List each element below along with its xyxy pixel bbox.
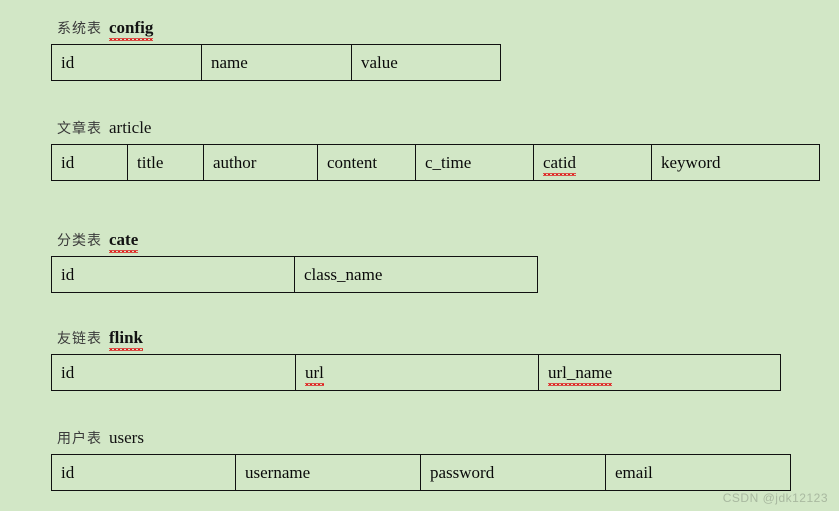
- table-row: id url url_name: [51, 354, 781, 391]
- column-cell: url: [295, 354, 539, 391]
- column-cell: id: [51, 354, 296, 391]
- column-cell: email: [605, 454, 791, 491]
- table-caption: 系统表 config: [51, 18, 501, 41]
- column-cell: id: [51, 44, 202, 81]
- column-cell: c_time: [415, 144, 534, 181]
- column-name: username: [245, 462, 311, 482]
- column-name: value: [361, 52, 398, 72]
- table-caption-cn: 用户表: [57, 431, 102, 447]
- column-cell: password: [420, 454, 606, 491]
- column-name: author: [213, 152, 257, 172]
- column-name: keyword: [661, 152, 721, 172]
- schema-table: id class_name: [51, 256, 538, 293]
- table-block-config: 系统表 config id name value: [51, 18, 501, 81]
- column-name: title: [137, 152, 164, 172]
- column-cell: url_name: [538, 354, 781, 391]
- column-cell: value: [351, 44, 501, 81]
- column-name: content: [327, 152, 378, 172]
- column-cell: title: [127, 144, 204, 181]
- column-cell: username: [235, 454, 421, 491]
- schema-table: id url url_name: [51, 354, 781, 391]
- table-caption-en: config: [109, 18, 154, 41]
- column-name: class_name: [304, 264, 383, 284]
- column-name: password: [430, 462, 495, 482]
- column-name: catid: [543, 152, 577, 176]
- table-row: id class_name: [51, 256, 538, 293]
- table-block-article: 文章表 article id title author content c_time cati…: [51, 118, 820, 181]
- column-cell: name: [201, 44, 352, 81]
- table-row: id title author content c_time catid keyword: [51, 144, 820, 181]
- schema-table: id name value: [51, 44, 501, 81]
- table-caption-en: cate: [109, 230, 139, 253]
- table-caption-en: flink: [109, 328, 144, 351]
- schema-table: id username password email: [51, 454, 791, 491]
- table-block-users: 用户表 users id username password email: [51, 428, 791, 491]
- column-cell: content: [317, 144, 416, 181]
- schema-table: id title author content c_time catid keyword: [51, 144, 820, 181]
- column-cell: keyword: [651, 144, 820, 181]
- table-caption-en: article: [109, 118, 152, 137]
- column-name: name: [211, 52, 248, 72]
- schema-diagram: 系统表 config id name value 文章表 article id title aut…: [0, 0, 839, 511]
- column-cell: id: [51, 144, 128, 181]
- table-row: id name value: [51, 44, 501, 81]
- table-block-flink: 友链表 flink id url url_name: [51, 328, 781, 391]
- column-cell: id: [51, 454, 236, 491]
- column-name: email: [615, 462, 653, 482]
- table-caption: 分类表 cate: [51, 230, 538, 253]
- table-caption: 友链表 flink: [51, 328, 781, 351]
- column-name: id: [61, 264, 75, 284]
- csdn-watermark: CSDN @jdk12123: [722, 491, 828, 505]
- column-cell: author: [203, 144, 318, 181]
- column-name: c_time: [425, 152, 472, 172]
- table-caption-cn: 分类表: [57, 233, 102, 249]
- column-name: url_name: [548, 362, 613, 386]
- table-caption-en: users: [109, 428, 144, 447]
- table-block-cate: 分类表 cate id class_name: [51, 230, 538, 293]
- column-name: id: [61, 462, 75, 482]
- table-row: id username password email: [51, 454, 791, 491]
- table-caption-cn: 友链表: [57, 331, 102, 347]
- column-name: url: [305, 362, 324, 386]
- column-name: id: [61, 152, 75, 172]
- table-caption: 文章表 article: [51, 118, 820, 139]
- table-caption-cn: 文章表: [57, 121, 102, 137]
- table-caption: 用户表 users: [51, 428, 791, 449]
- column-cell: id: [51, 256, 295, 293]
- table-caption-cn: 系统表: [57, 21, 102, 37]
- column-name: id: [61, 362, 75, 382]
- column-cell: catid: [533, 144, 652, 181]
- column-name: id: [61, 52, 75, 72]
- column-cell: class_name: [294, 256, 538, 293]
